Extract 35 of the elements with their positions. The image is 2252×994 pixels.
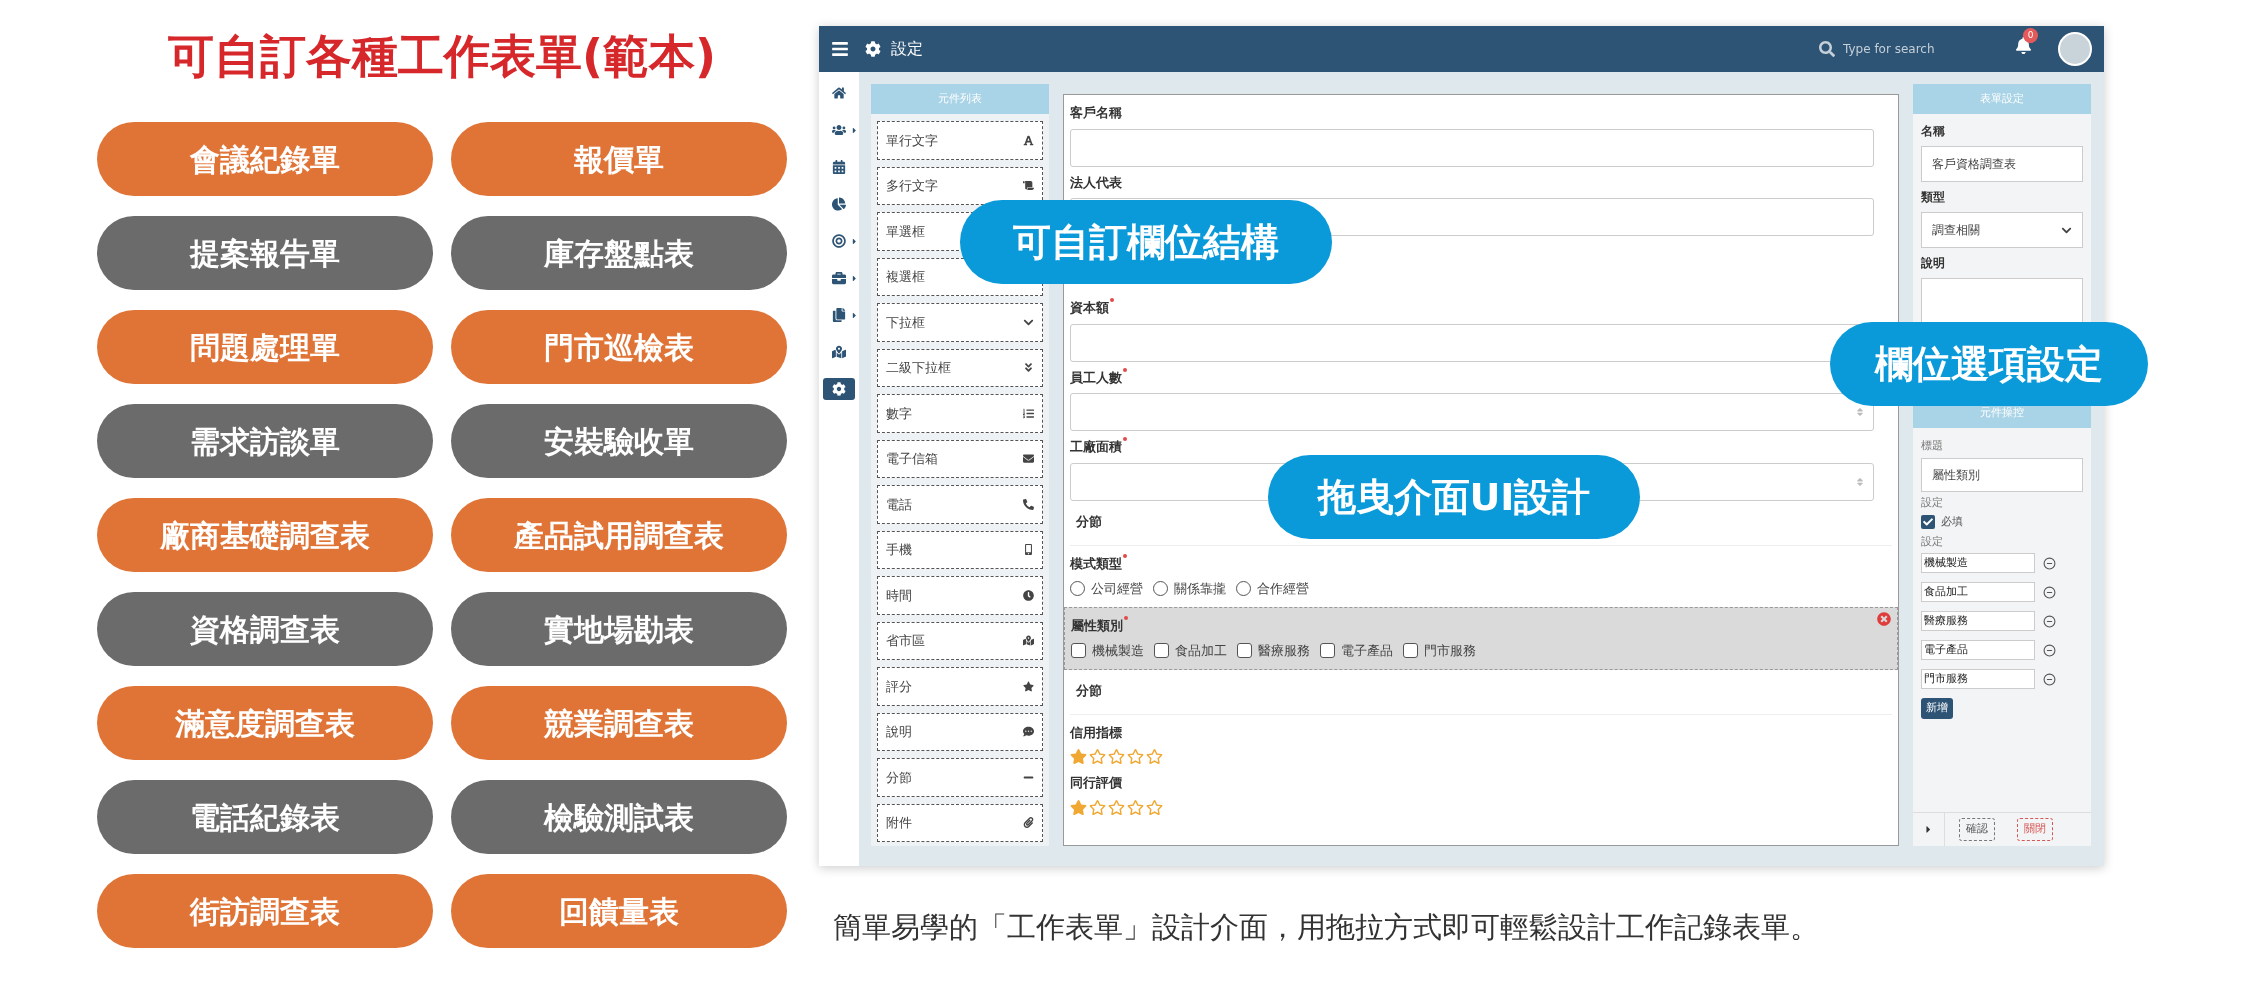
option-label: 合作經營 [1257, 580, 1309, 598]
field-label: 工廠面積 [1070, 438, 1122, 456]
field-label: 說明 [1921, 255, 1946, 272]
field-label: 類型 [1921, 189, 1946, 206]
field-label: 模式類型 [1070, 554, 1122, 573]
panel-header: 表單設定 [1913, 84, 2091, 114]
option-label: 關係靠攏 [1174, 580, 1226, 598]
section-label: 分節 [1076, 513, 1102, 529]
feature-callout-tooltip: 拖曳介面UI設計 [1268, 455, 1640, 539]
option-label: 食品加工 [1175, 642, 1227, 660]
option-label: 門市服務 [1424, 642, 1476, 660]
field-label: 資本額 [1070, 299, 1109, 317]
field-label: 員工人數 [1070, 368, 1122, 387]
field-label: 標題 [1921, 438, 1944, 454]
option-label: 醫療服務 [1258, 642, 1310, 660]
field-label: 法人代表 [1070, 173, 1122, 192]
option-label: 電子產品 [1341, 642, 1393, 660]
feature-callout-tooltip: 可自訂欄位結構 [960, 200, 1332, 284]
section-label: 分節 [1076, 682, 1102, 698]
caption: 簡單易學的「工作表單」設計介面，用拖拉方式即可輕鬆設計工作記錄表單。 [833, 909, 1820, 946]
field-label: 客戶名稱 [1070, 104, 1122, 122]
feature-callout-tooltip: 欄位選項設定 [1830, 322, 2148, 406]
option-label: 機械製造 [1092, 642, 1144, 660]
option-label: 公司經營 [1091, 580, 1143, 598]
field-label: 信用指標 [1070, 723, 1122, 742]
panel-header: 元件列表 [871, 84, 1049, 114]
page-title: 可自訂各種工作表單(範本) [166, 28, 717, 85]
field-label: 名稱 [1921, 123, 1946, 140]
field-label: 屬性類別 [1071, 616, 1123, 635]
notification-badge: 0 [2023, 28, 2038, 43]
checkbox-label: 必填 [1941, 514, 1963, 530]
field-label: 設定 [1921, 533, 1944, 550]
header-title: 設定 [891, 38, 923, 60]
field-label: 設定 [1921, 494, 1944, 511]
field-label: 同行評價 [1070, 774, 1122, 792]
